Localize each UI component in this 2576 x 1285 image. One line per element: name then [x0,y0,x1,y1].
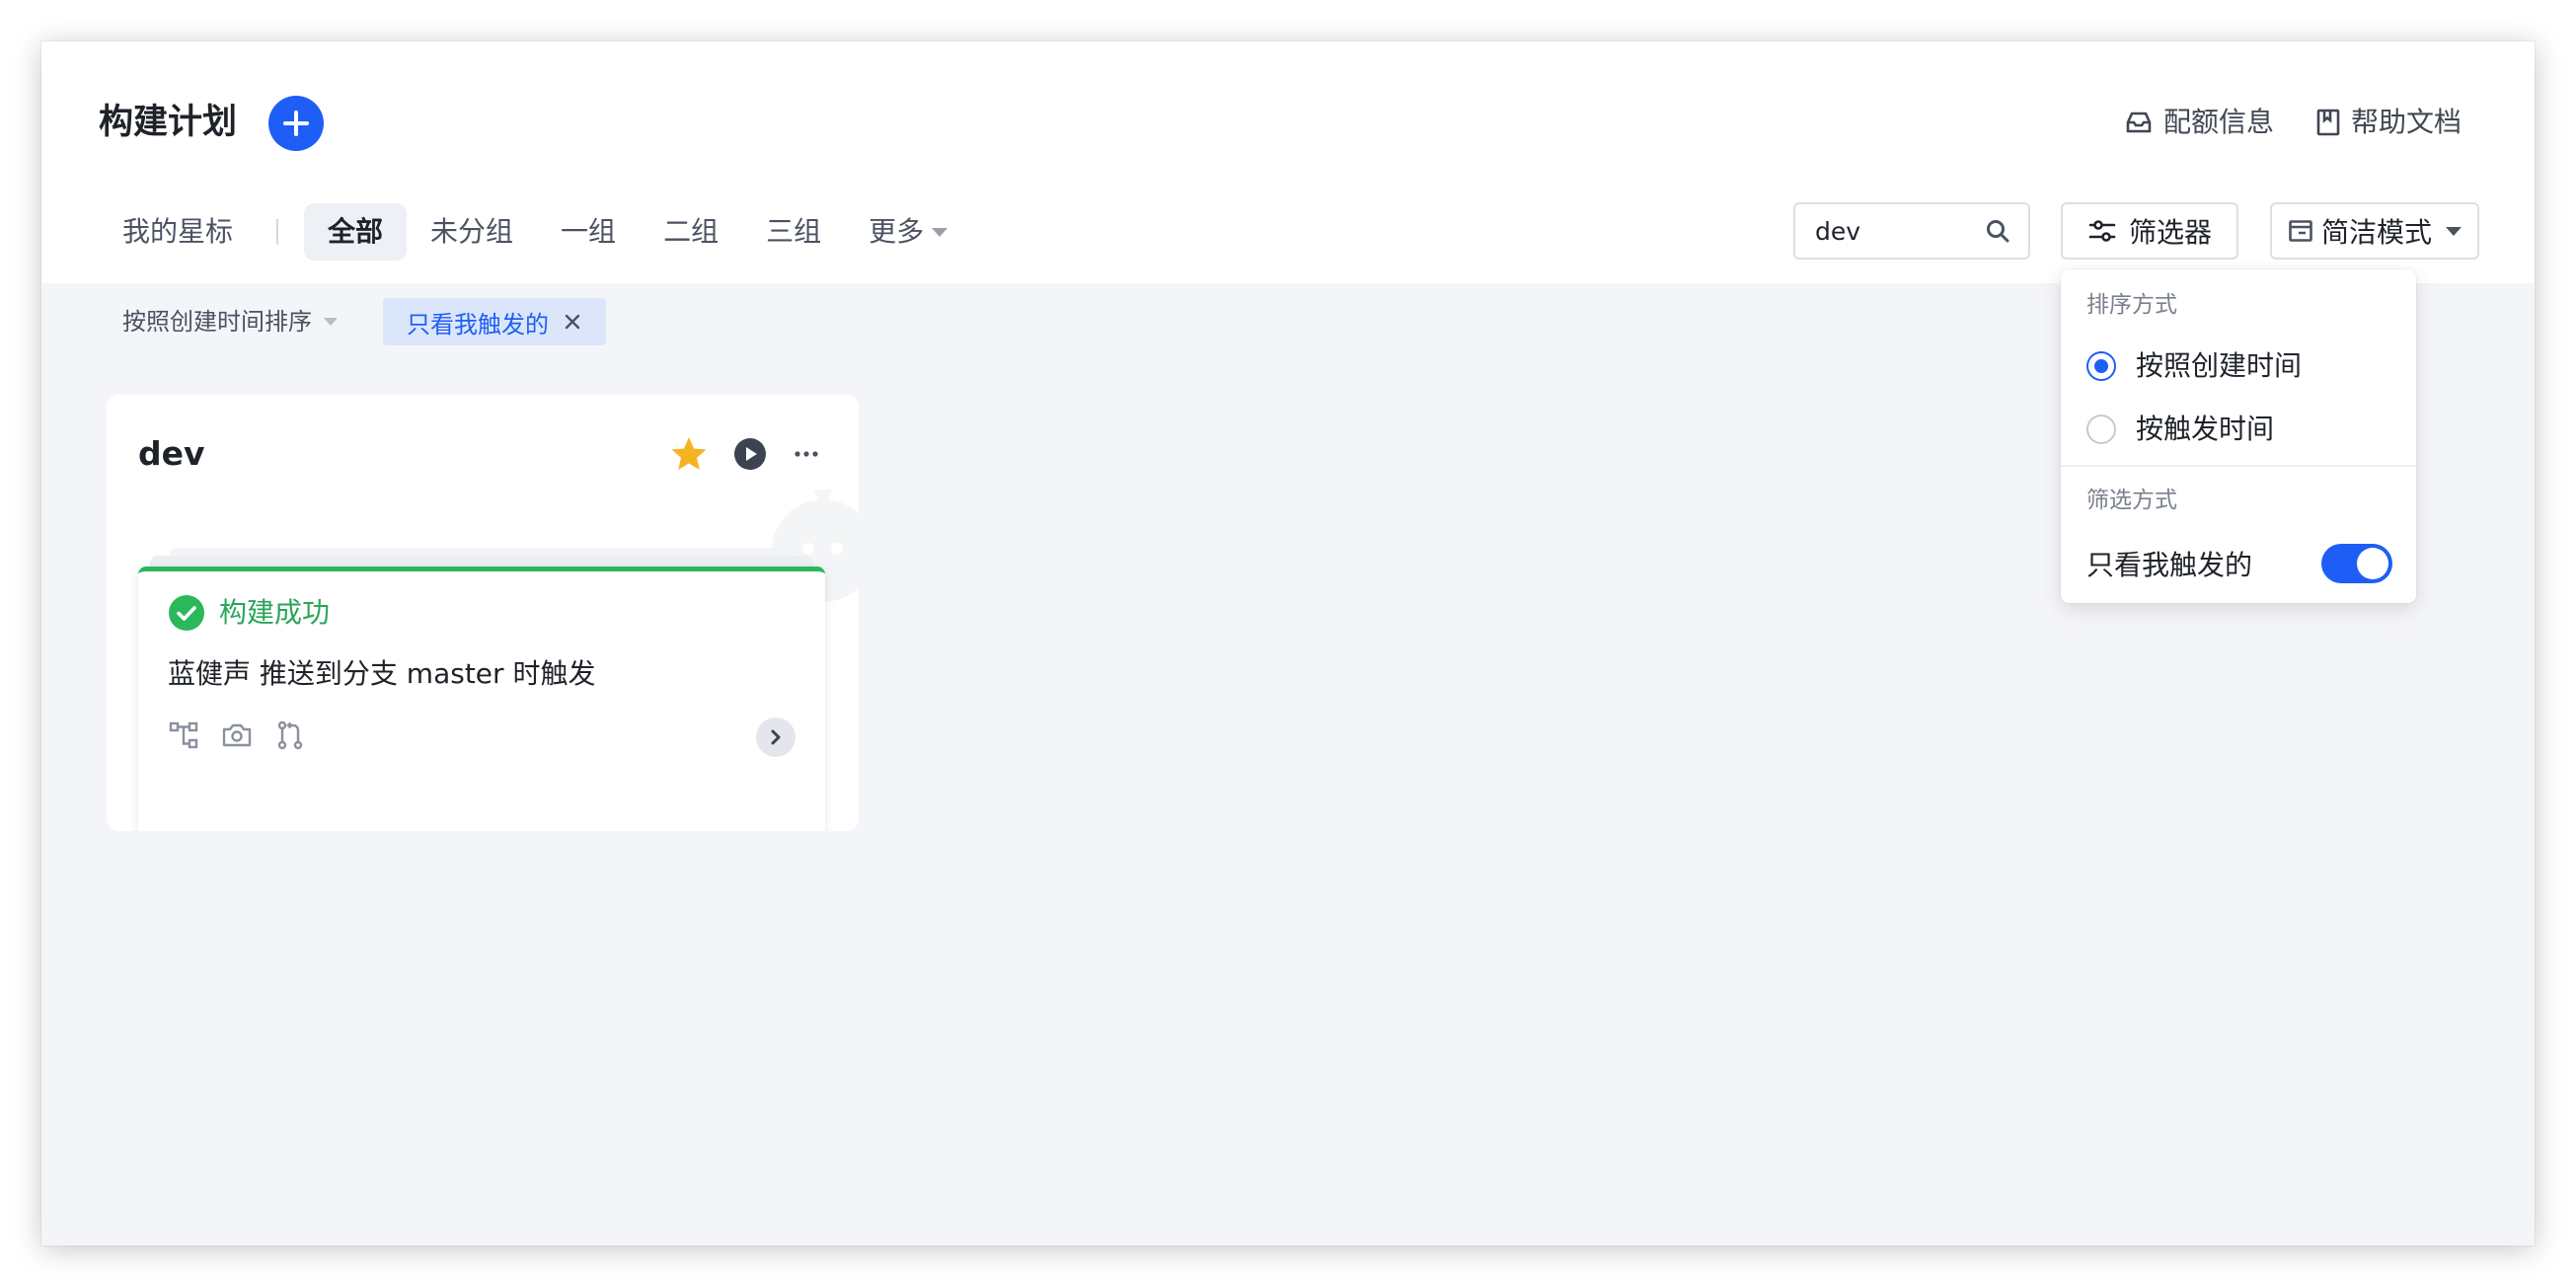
card-actions [669,434,821,474]
build-description: 蓝健声 推送到分支 master 时触发 [168,657,596,690]
filter-button-label: 筛选器 [2128,216,2212,249]
active-filter-tag: 只看我触发的 [383,298,606,345]
filter-section-title: 筛选方式 [2086,488,2177,513]
radio-checked[interactable] [2086,351,2116,381]
radio-unchecked[interactable] [2086,415,2116,444]
plus-icon [283,111,309,136]
tab-more-label: 更多 [869,215,925,248]
search-icon[interactable] [1985,218,2010,244]
mine-only-label: 只看我触发的 [2086,549,2253,581]
tab-group-2[interactable]: 二组 [640,203,742,261]
tab-ungrouped[interactable]: 未分组 [407,203,537,261]
page-title: 构建计划 [99,103,238,142]
sort-section-title: 排序方式 [2086,292,2177,318]
pipeline-icon[interactable] [168,719,199,751]
plan-card[interactable]: dev 构建成功 蓝健声 推送到分支 master 时触发 [107,395,859,831]
filter-tag-label: 只看我触发的 [407,310,549,339]
check-circle-icon [169,595,204,631]
sort-select-label: 按照创建时间排序 [122,308,312,336]
mine-only-row: 只看我触发的 [2086,544,2392,583]
star-icon[interactable] [669,434,709,474]
tab-more[interactable]: 更多 [845,203,971,261]
dropdown-divider [2061,465,2416,467]
build-status: 构建成功 [168,593,330,633]
latest-build-card[interactable]: 构建成功 蓝健声 推送到分支 master 时触发 [138,567,825,831]
toggle-knob [2357,548,2388,579]
view-mode-select[interactable]: 简洁模式 [2270,202,2479,260]
caret-down-icon [324,318,338,326]
caret-down-icon [932,227,948,237]
close-icon[interactable] [563,312,582,332]
build-detail-button[interactable] [756,718,796,757]
plan-card-title: dev [138,434,205,473]
build-meta-icons [168,719,306,751]
help-docs-link[interactable]: 帮助文档 [2315,103,2462,142]
inbox-icon [2126,112,2152,133]
more-icon[interactable] [792,439,821,469]
sort-option-created-label: 按照创建时间 [2136,349,2303,382]
build-status-label: 构建成功 [219,596,331,629]
quota-info-link[interactable]: 配额信息 [2124,103,2274,142]
app-window: 构建计划 配额信息 帮助文档 我的星标 全部 未分组 一组 二组 三组 更多 d… [41,41,2535,1246]
book-icon [2316,109,2340,136]
filter-dropdown: 排序方式 按照创建时间 按触发时间 筛选方式 只看我触发的 [2061,269,2416,603]
tab-group-3[interactable]: 三组 [742,203,845,261]
sort-option-triggered-label: 按触发时间 [2136,413,2275,445]
tab-divider [276,219,279,245]
top-links: 配额信息 帮助文档 [2124,103,2462,142]
camera-icon[interactable] [221,719,253,751]
view-mode-label: 简洁模式 [2320,216,2432,249]
caret-down-icon [2446,226,2462,236]
chevron-right-icon [771,729,781,745]
window-icon [2289,220,2312,242]
sort-option-created[interactable]: 按照创建时间 [2086,346,2302,386]
mine-only-toggle[interactable] [2321,544,2392,583]
add-plan-button[interactable] [268,96,324,151]
tab-group-1[interactable]: 一组 [537,203,640,261]
help-docs-label: 帮助文档 [2350,106,2462,138]
filter-button[interactable]: 筛选器 [2061,202,2238,260]
tab-starred[interactable]: 我的星标 [122,203,257,261]
sort-option-triggered[interactable]: 按触发时间 [2086,410,2274,449]
group-tabs: 我的星标 全部 未分组 一组 二组 三组 更多 [122,203,971,261]
play-icon[interactable] [732,436,768,472]
quota-info-label: 配额信息 [2162,106,2274,138]
search-box [1793,202,2030,260]
search-input[interactable] [1815,216,1963,246]
merge-request-icon[interactable] [274,719,306,751]
tab-all[interactable]: 全部 [304,203,408,261]
sort-select[interactable]: 按照创建时间排序 [122,298,338,345]
sliders-icon [2088,220,2116,242]
